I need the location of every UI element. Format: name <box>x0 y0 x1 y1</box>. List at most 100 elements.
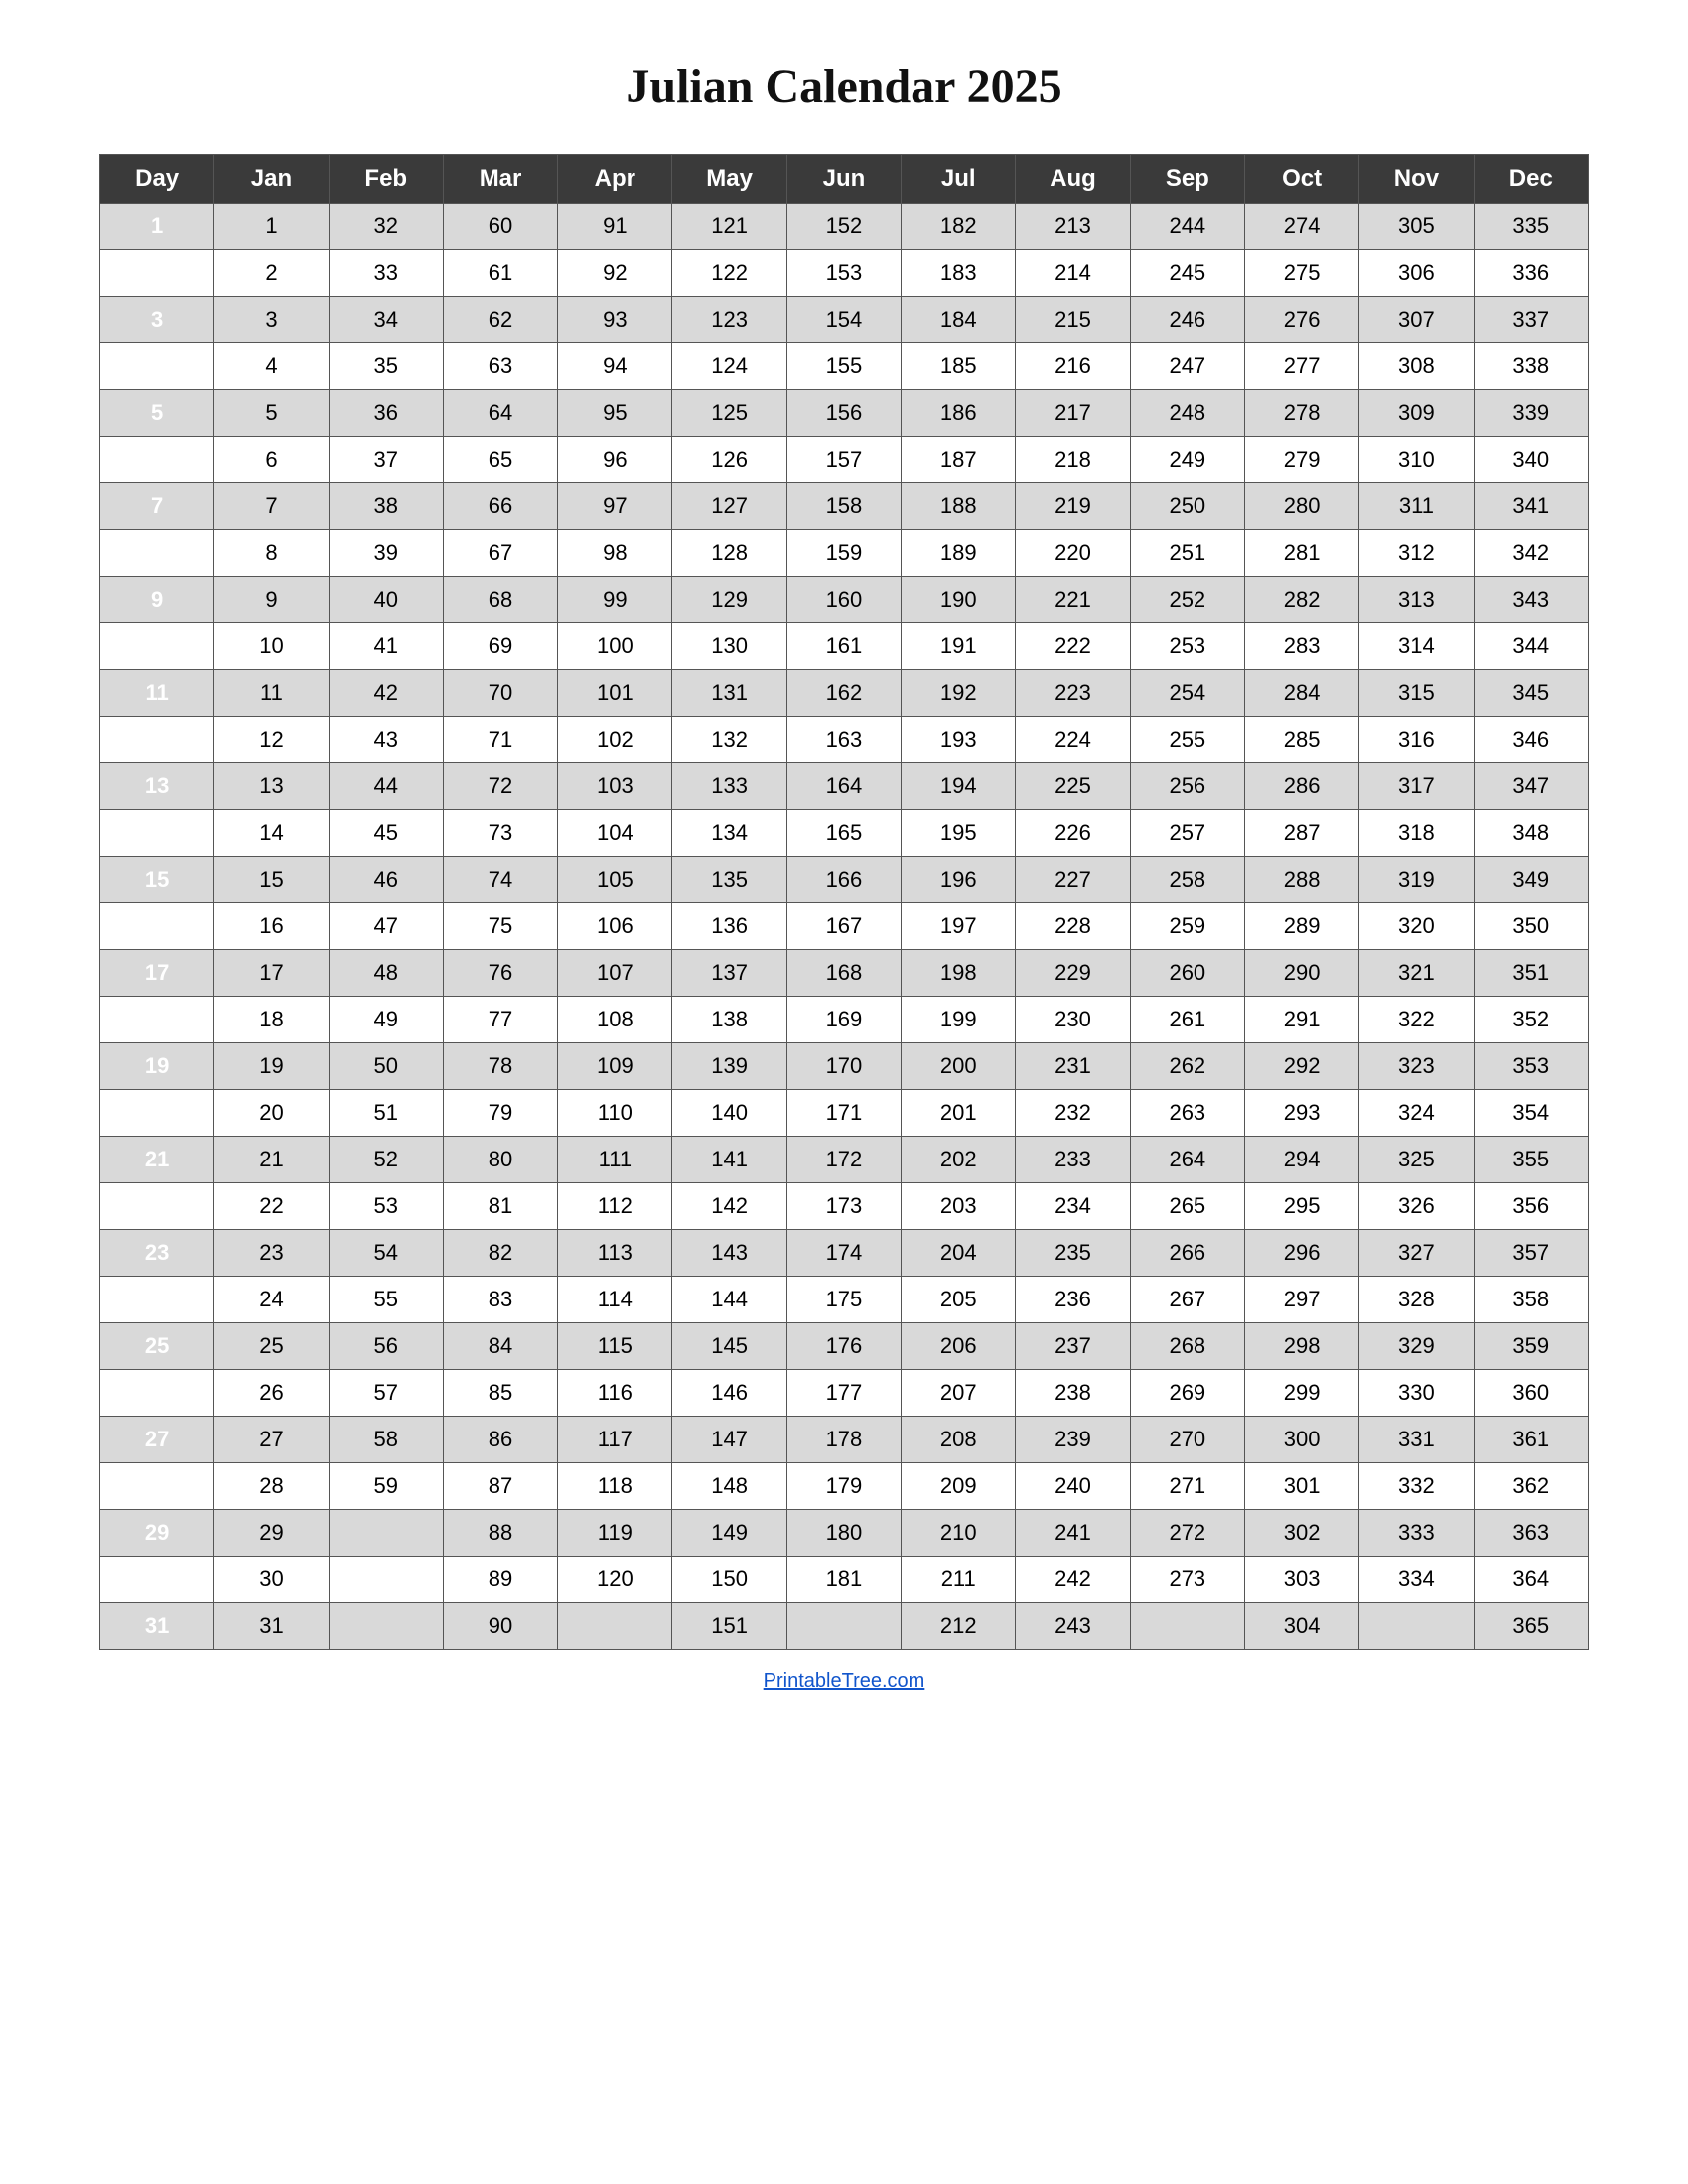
julian-day-value: 231 <box>1016 1043 1130 1090</box>
julian-day-value: 102 <box>558 717 672 763</box>
day-number: 11 <box>100 670 214 717</box>
julian-day-value: 301 <box>1244 1463 1358 1510</box>
julian-day-value: 135 <box>672 857 786 903</box>
julian-day-value: 33 <box>329 250 443 297</box>
julian-day-value: 28 <box>214 1463 329 1510</box>
julian-day-value: 99 <box>558 577 672 623</box>
julian-day-value: 175 <box>786 1277 901 1323</box>
julian-day-value: 185 <box>902 343 1016 390</box>
julian-day-value: 228 <box>1016 903 1130 950</box>
julian-day-value: 77 <box>443 997 557 1043</box>
julian-day-value: 278 <box>1244 390 1358 437</box>
julian-day-value: 90 <box>443 1603 557 1650</box>
julian-day-value: 251 <box>1130 530 1244 577</box>
julian-day-value: 303 <box>1244 1557 1358 1603</box>
julian-day-value: 8 <box>214 530 329 577</box>
julian-day-value: 204 <box>902 1230 1016 1277</box>
julian-day-value: 34 <box>329 297 443 343</box>
julian-day-value: 273 <box>1130 1557 1244 1603</box>
julian-day-value: 170 <box>786 1043 901 1090</box>
day-number: 1 <box>100 204 214 250</box>
julian-day-value: 288 <box>1244 857 1358 903</box>
julian-day-value: 110 <box>558 1090 672 1137</box>
julian-day-value: 158 <box>786 483 901 530</box>
julian-day-value: 216 <box>1016 343 1130 390</box>
julian-day-value: 338 <box>1474 343 1588 390</box>
julian-day-value: 38 <box>329 483 443 530</box>
table-row: 11114270101131162192223254284315345 <box>100 670 1589 717</box>
day-number: 19 <box>100 1043 214 1090</box>
julian-day-value: 274 <box>1244 204 1358 250</box>
julian-day-value: 307 <box>1359 297 1474 343</box>
day-number: 7 <box>100 483 214 530</box>
footer-link[interactable]: PrintableTree.com <box>764 1670 925 1693</box>
julian-day-value: 308 <box>1359 343 1474 390</box>
julian-day-value: 96 <box>558 437 672 483</box>
julian-day-value: 173 <box>786 1183 901 1230</box>
julian-day-value: 9 <box>214 577 329 623</box>
julian-day-value: 299 <box>1244 1370 1358 1417</box>
julian-day-value: 165 <box>786 810 901 857</box>
julian-day-value: 60 <box>443 204 557 250</box>
julian-day-value: 250 <box>1130 483 1244 530</box>
julian-day-value: 78 <box>443 1043 557 1090</box>
day-number: 17 <box>100 950 214 997</box>
julian-day-value: 85 <box>443 1370 557 1417</box>
julian-day-value: 255 <box>1130 717 1244 763</box>
julian-day-value: 359 <box>1474 1323 1588 1370</box>
julian-day-value: 133 <box>672 763 786 810</box>
day-number: 15 <box>100 857 214 903</box>
julian-day-value: 178 <box>786 1417 901 1463</box>
julian-day-value: 21 <box>214 1137 329 1183</box>
julian-day-value: 115 <box>558 1323 672 1370</box>
julian-day-value: 260 <box>1130 950 1244 997</box>
julian-day-value: 309 <box>1359 390 1474 437</box>
julian-day-value: 139 <box>672 1043 786 1090</box>
julian-day-value: 319 <box>1359 857 1474 903</box>
julian-day-value: 190 <box>902 577 1016 623</box>
julian-day-value: 297 <box>1244 1277 1358 1323</box>
julian-day-value: 126 <box>672 437 786 483</box>
julian-day-value: 224 <box>1016 717 1130 763</box>
julian-day-value: 65 <box>443 437 557 483</box>
day-number: 6 <box>100 437 214 483</box>
julian-day-value: 314 <box>1359 623 1474 670</box>
day-number: 8 <box>100 530 214 577</box>
julian-day-value <box>786 1603 901 1650</box>
julian-day-value: 16 <box>214 903 329 950</box>
julian-day-value: 22 <box>214 1183 329 1230</box>
julian-day-value: 127 <box>672 483 786 530</box>
julian-day-value: 120 <box>558 1557 672 1603</box>
table-row: 20205179110140171201232263293324354 <box>100 1090 1589 1137</box>
julian-day-value: 17 <box>214 950 329 997</box>
julian-day-value: 182 <box>902 204 1016 250</box>
table-row: 23235482113143174204235266296327357 <box>100 1230 1589 1277</box>
julian-day-value: 327 <box>1359 1230 1474 1277</box>
julian-day-value: 144 <box>672 1277 786 1323</box>
julian-day-value: 105 <box>558 857 672 903</box>
julian-day-value: 53 <box>329 1183 443 1230</box>
julian-day-value: 213 <box>1016 204 1130 250</box>
julian-day-value: 326 <box>1359 1183 1474 1230</box>
julian-day-value: 169 <box>786 997 901 1043</box>
day-number: 27 <box>100 1417 214 1463</box>
julian-day-value: 354 <box>1474 1090 1588 1137</box>
table-row: 21215280111141172202233264294325355 <box>100 1137 1589 1183</box>
julian-day-value: 26 <box>214 1370 329 1417</box>
julian-day-value: 252 <box>1130 577 1244 623</box>
julian-day-value: 130 <box>672 623 786 670</box>
day-number: 21 <box>100 1137 214 1183</box>
julian-day-value: 61 <box>443 250 557 297</box>
julian-day-value: 246 <box>1130 297 1244 343</box>
julian-day-value: 191 <box>902 623 1016 670</box>
day-number: 23 <box>100 1230 214 1277</box>
day-number: 9 <box>100 577 214 623</box>
julian-day-value: 277 <box>1244 343 1358 390</box>
day-number: 30 <box>100 1557 214 1603</box>
julian-day-value: 265 <box>1130 1183 1244 1230</box>
julian-day-value: 275 <box>1244 250 1358 297</box>
julian-day-value: 201 <box>902 1090 1016 1137</box>
julian-day-value: 323 <box>1359 1043 1474 1090</box>
julian-day-value: 267 <box>1130 1277 1244 1323</box>
julian-day-value: 108 <box>558 997 672 1043</box>
